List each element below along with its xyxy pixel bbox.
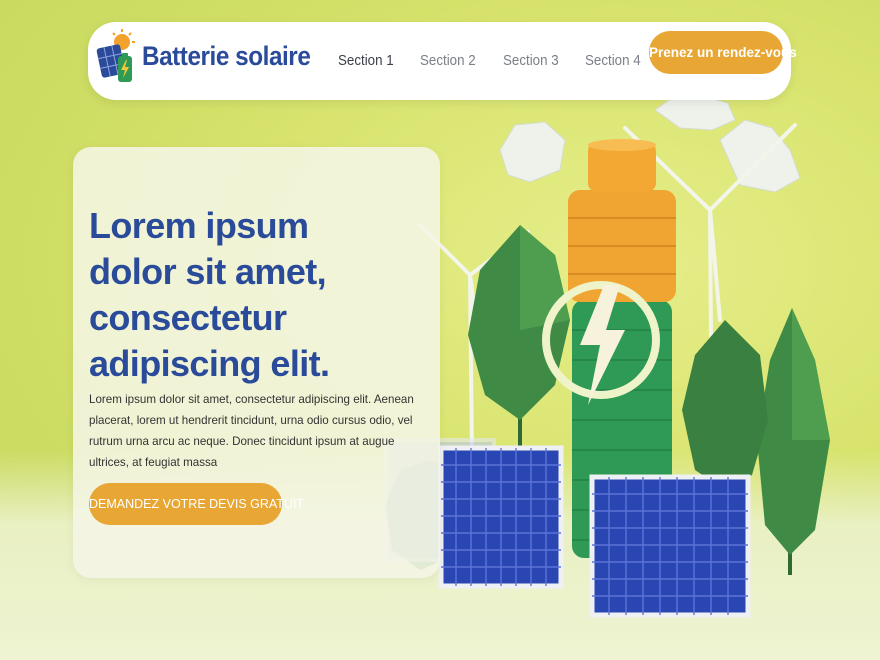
solar-panel-icon [384,438,751,618]
main-navigation: Section 1 Section 2 Section 3 Section 4 [338,53,646,69]
free-quote-button[interactable]: DEMANDEZ VOTRE DEVIS GRATUIT [89,483,304,525]
solar-battery-logo-icon[interactable] [96,26,136,90]
nav-section-3[interactable]: Section 3 [503,53,559,69]
brand-name[interactable]: Batterie solaire [142,41,311,72]
nav-section-2[interactable]: Section 2 [420,53,476,69]
hero-description: Lorem ipsum dolor sit amet, consectetur … [89,393,414,469]
appointment-button[interactable]: Prenez un rendez-vous [649,31,797,74]
nav-section-1[interactable]: Section 1 [338,53,394,69]
hero-card: Lorem ipsum dolor sit amet, consectetur … [73,147,440,578]
navbar: Batterie solaire Section 1 Section 2 Sec… [88,22,797,100]
hero-title: Lorem ipsum dolor sit amet, consectetur … [89,205,330,384]
nav-section-4[interactable]: Section 4 [585,53,641,69]
